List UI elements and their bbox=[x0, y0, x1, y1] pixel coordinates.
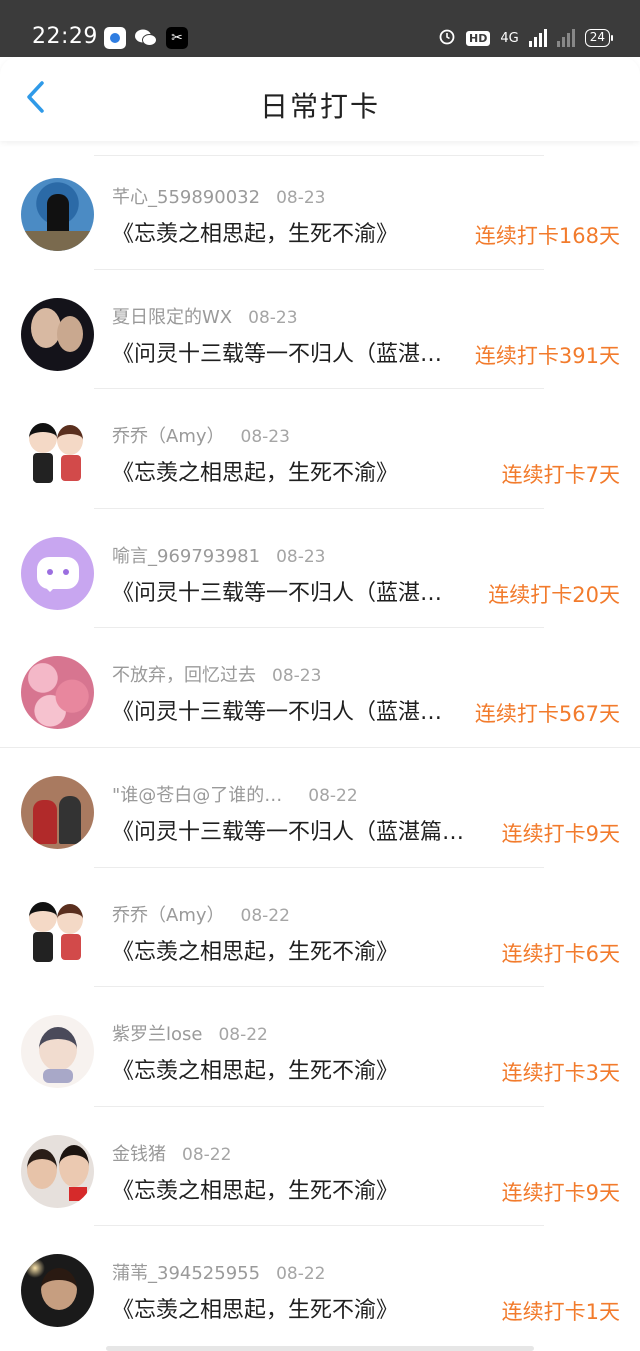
user-name[interactable]: 喻言_969793981 bbox=[112, 546, 260, 567]
checkin-meta: 夏日限定的WX 08-23 bbox=[112, 303, 298, 329]
user-name[interactable]: 夏日限定的WX bbox=[112, 307, 232, 328]
checkin-meta: 乔乔（Amy） 08-22 bbox=[112, 901, 290, 927]
checkin-content: 《忘羡之相思起，生死不渝》 bbox=[112, 1178, 399, 1204]
streak-count: 连续打卡3天 bbox=[501, 1061, 620, 1086]
user-name[interactable]: 不放弃，回忆过去 bbox=[112, 665, 256, 686]
checkin-date: 08-23 bbox=[276, 546, 326, 567]
status-bar: 22:29 ✂ HD 4G 24 bbox=[0, 0, 640, 57]
checkin-row[interactable]: 蒲苇_394525955 08-22 《忘羡之相思起，生死不渝》 连续打卡1天 bbox=[0, 1226, 640, 1346]
checkin-date: 08-23 bbox=[240, 427, 290, 448]
avatar[interactable] bbox=[21, 1254, 94, 1328]
status-indicators: HD 4G 24 bbox=[438, 27, 614, 49]
user-name[interactable]: 金钱猪 bbox=[112, 1144, 166, 1165]
avatar[interactable] bbox=[21, 297, 94, 371]
wechat-icon bbox=[135, 27, 157, 49]
checkin-content: 《忘羡之相思起，生死不渝》 bbox=[112, 222, 399, 247]
streak-count: 连续打卡6天 bbox=[501, 941, 620, 966]
checkin-meta: 乔乔（Amy） 08-23 bbox=[112, 422, 290, 448]
avatar[interactable] bbox=[21, 417, 94, 491]
streak-count: 连续打卡1天 bbox=[501, 1300, 620, 1325]
checkin-row[interactable]: 喻言_969793981 08-23 《问灵十三载等一不归人（蓝湛… 连续打卡20… bbox=[0, 509, 640, 629]
streak-count: 连续打卡20天 bbox=[488, 582, 620, 607]
user-name[interactable]: 乔乔（Amy） bbox=[112, 905, 225, 926]
user-name[interactable]: "谁@苍白@了谁的… bbox=[112, 785, 282, 806]
avatar[interactable] bbox=[21, 1134, 94, 1208]
checkin-meta: 蒲苇_394525955 08-22 bbox=[112, 1259, 325, 1285]
avatar[interactable] bbox=[21, 656, 94, 730]
checkin-content: 《问灵十三载等一不归人（蓝湛… bbox=[112, 341, 443, 367]
checkin-date: 08-22 bbox=[276, 1264, 326, 1285]
checkin-meta: "谁@苍白@了谁的… 08-22 bbox=[112, 781, 358, 807]
checkin-row[interactable]: 不放弃，回忆过去 08-23 《问灵十三载等一不归人（蓝湛… 连续打卡567天 bbox=[0, 628, 640, 748]
checkin-date: 08-22 bbox=[240, 905, 290, 926]
streak-count: 连续打卡168天 bbox=[474, 224, 620, 248]
checkin-content: 《忘羡之相思起，生死不渝》 bbox=[112, 939, 399, 965]
hd-badge: HD bbox=[466, 30, 491, 46]
signal-icon bbox=[528, 29, 547, 47]
checkin-list: 芊心_559890032 08-23 《忘羡之相思起，生死不渝》 连续打卡168天… bbox=[0, 150, 640, 1346]
checkin-content: 《问灵十三载等一不归人（蓝湛… bbox=[112, 580, 443, 606]
checkin-meta: 紫罗兰lose 08-22 bbox=[112, 1020, 268, 1046]
scroll-indicator bbox=[106, 1346, 534, 1351]
network-label: 4G bbox=[500, 30, 519, 46]
status-time: 22:29 bbox=[32, 24, 98, 49]
checkin-content: 《忘羡之相思起，生死不渝》 bbox=[112, 461, 399, 487]
checkin-date: 08-23 bbox=[248, 307, 298, 328]
checkin-content: 《问灵十三载等一不归人（蓝湛篇… bbox=[112, 819, 465, 845]
avatar[interactable] bbox=[21, 1015, 94, 1089]
checkin-row[interactable]: 紫罗兰lose 08-22 《忘羡之相思起，生死不渝》 连续打卡3天 bbox=[0, 987, 640, 1107]
checkin-row[interactable]: 乔乔（Amy） 08-23 《忘羡之相思起，生死不渝》 连续打卡7天 bbox=[0, 389, 640, 509]
streak-count: 连续打卡7天 bbox=[501, 463, 620, 488]
checkin-row[interactable]: 乔乔（Amy） 08-22 《忘羡之相思起，生死不渝》 连续打卡6天 bbox=[0, 868, 640, 988]
streak-count: 连续打卡391天 bbox=[474, 343, 620, 368]
checkin-content: 《忘羡之相思起，生死不渝》 bbox=[112, 1298, 399, 1324]
capcut-icon: ✂ bbox=[166, 27, 188, 49]
user-name[interactable]: 乔乔（Amy） bbox=[112, 426, 225, 447]
signal-icon-secondary bbox=[556, 29, 575, 47]
avatar[interactable] bbox=[21, 536, 94, 610]
checkin-row[interactable]: 金钱猪 08-22 《忘羡之相思起，生死不渝》 连续打卡9天 bbox=[0, 1107, 640, 1227]
checkin-meta: 金钱猪 08-22 bbox=[112, 1140, 231, 1166]
checkin-date: 08-22 bbox=[308, 785, 358, 806]
checkin-row[interactable]: 芊心_559890032 08-23 《忘羡之相思起，生死不渝》 连续打卡168天 bbox=[0, 150, 640, 270]
checkin-date: 08-22 bbox=[182, 1144, 232, 1165]
streak-count: 连续打卡567天 bbox=[474, 702, 620, 727]
checkin-meta: 喻言_969793981 08-23 bbox=[112, 542, 325, 568]
qq-browser-icon bbox=[104, 27, 126, 49]
checkin-date: 08-22 bbox=[218, 1025, 268, 1046]
user-name[interactable]: 紫罗兰lose bbox=[112, 1024, 202, 1045]
navigation-bar: 日常打卡 bbox=[0, 57, 640, 141]
page-title: 日常打卡 bbox=[259, 90, 380, 123]
user-name[interactable]: 蒲苇_394525955 bbox=[112, 1263, 260, 1284]
alarm-icon bbox=[438, 27, 456, 49]
avatar[interactable] bbox=[21, 178, 94, 251]
checkin-row[interactable]: "谁@苍白@了谁的… 08-22 《问灵十三载等一不归人（蓝湛篇… 连续打卡9天 bbox=[0, 748, 640, 868]
user-name[interactable]: 芊心_559890032 bbox=[112, 187, 260, 208]
checkin-meta: 芊心_559890032 08-23 bbox=[112, 183, 325, 209]
checkin-date: 08-23 bbox=[272, 666, 322, 687]
checkin-meta: 不放弃，回忆过去 08-23 bbox=[112, 661, 321, 687]
checkin-content: 《问灵十三载等一不归人（蓝湛… bbox=[112, 700, 443, 726]
streak-count: 连续打卡9天 bbox=[501, 1180, 620, 1205]
avatar[interactable] bbox=[21, 895, 94, 969]
streak-count: 连续打卡9天 bbox=[501, 821, 620, 846]
checkin-date: 08-23 bbox=[276, 188, 326, 208]
checkin-content: 《忘羡之相思起，生死不渝》 bbox=[112, 1059, 399, 1085]
avatar[interactable] bbox=[21, 775, 94, 849]
battery-icon: 24 bbox=[584, 29, 614, 47]
checkin-row[interactable]: 夏日限定的WX 08-23 《问灵十三载等一不归人（蓝湛… 连续打卡391天 bbox=[0, 270, 640, 390]
